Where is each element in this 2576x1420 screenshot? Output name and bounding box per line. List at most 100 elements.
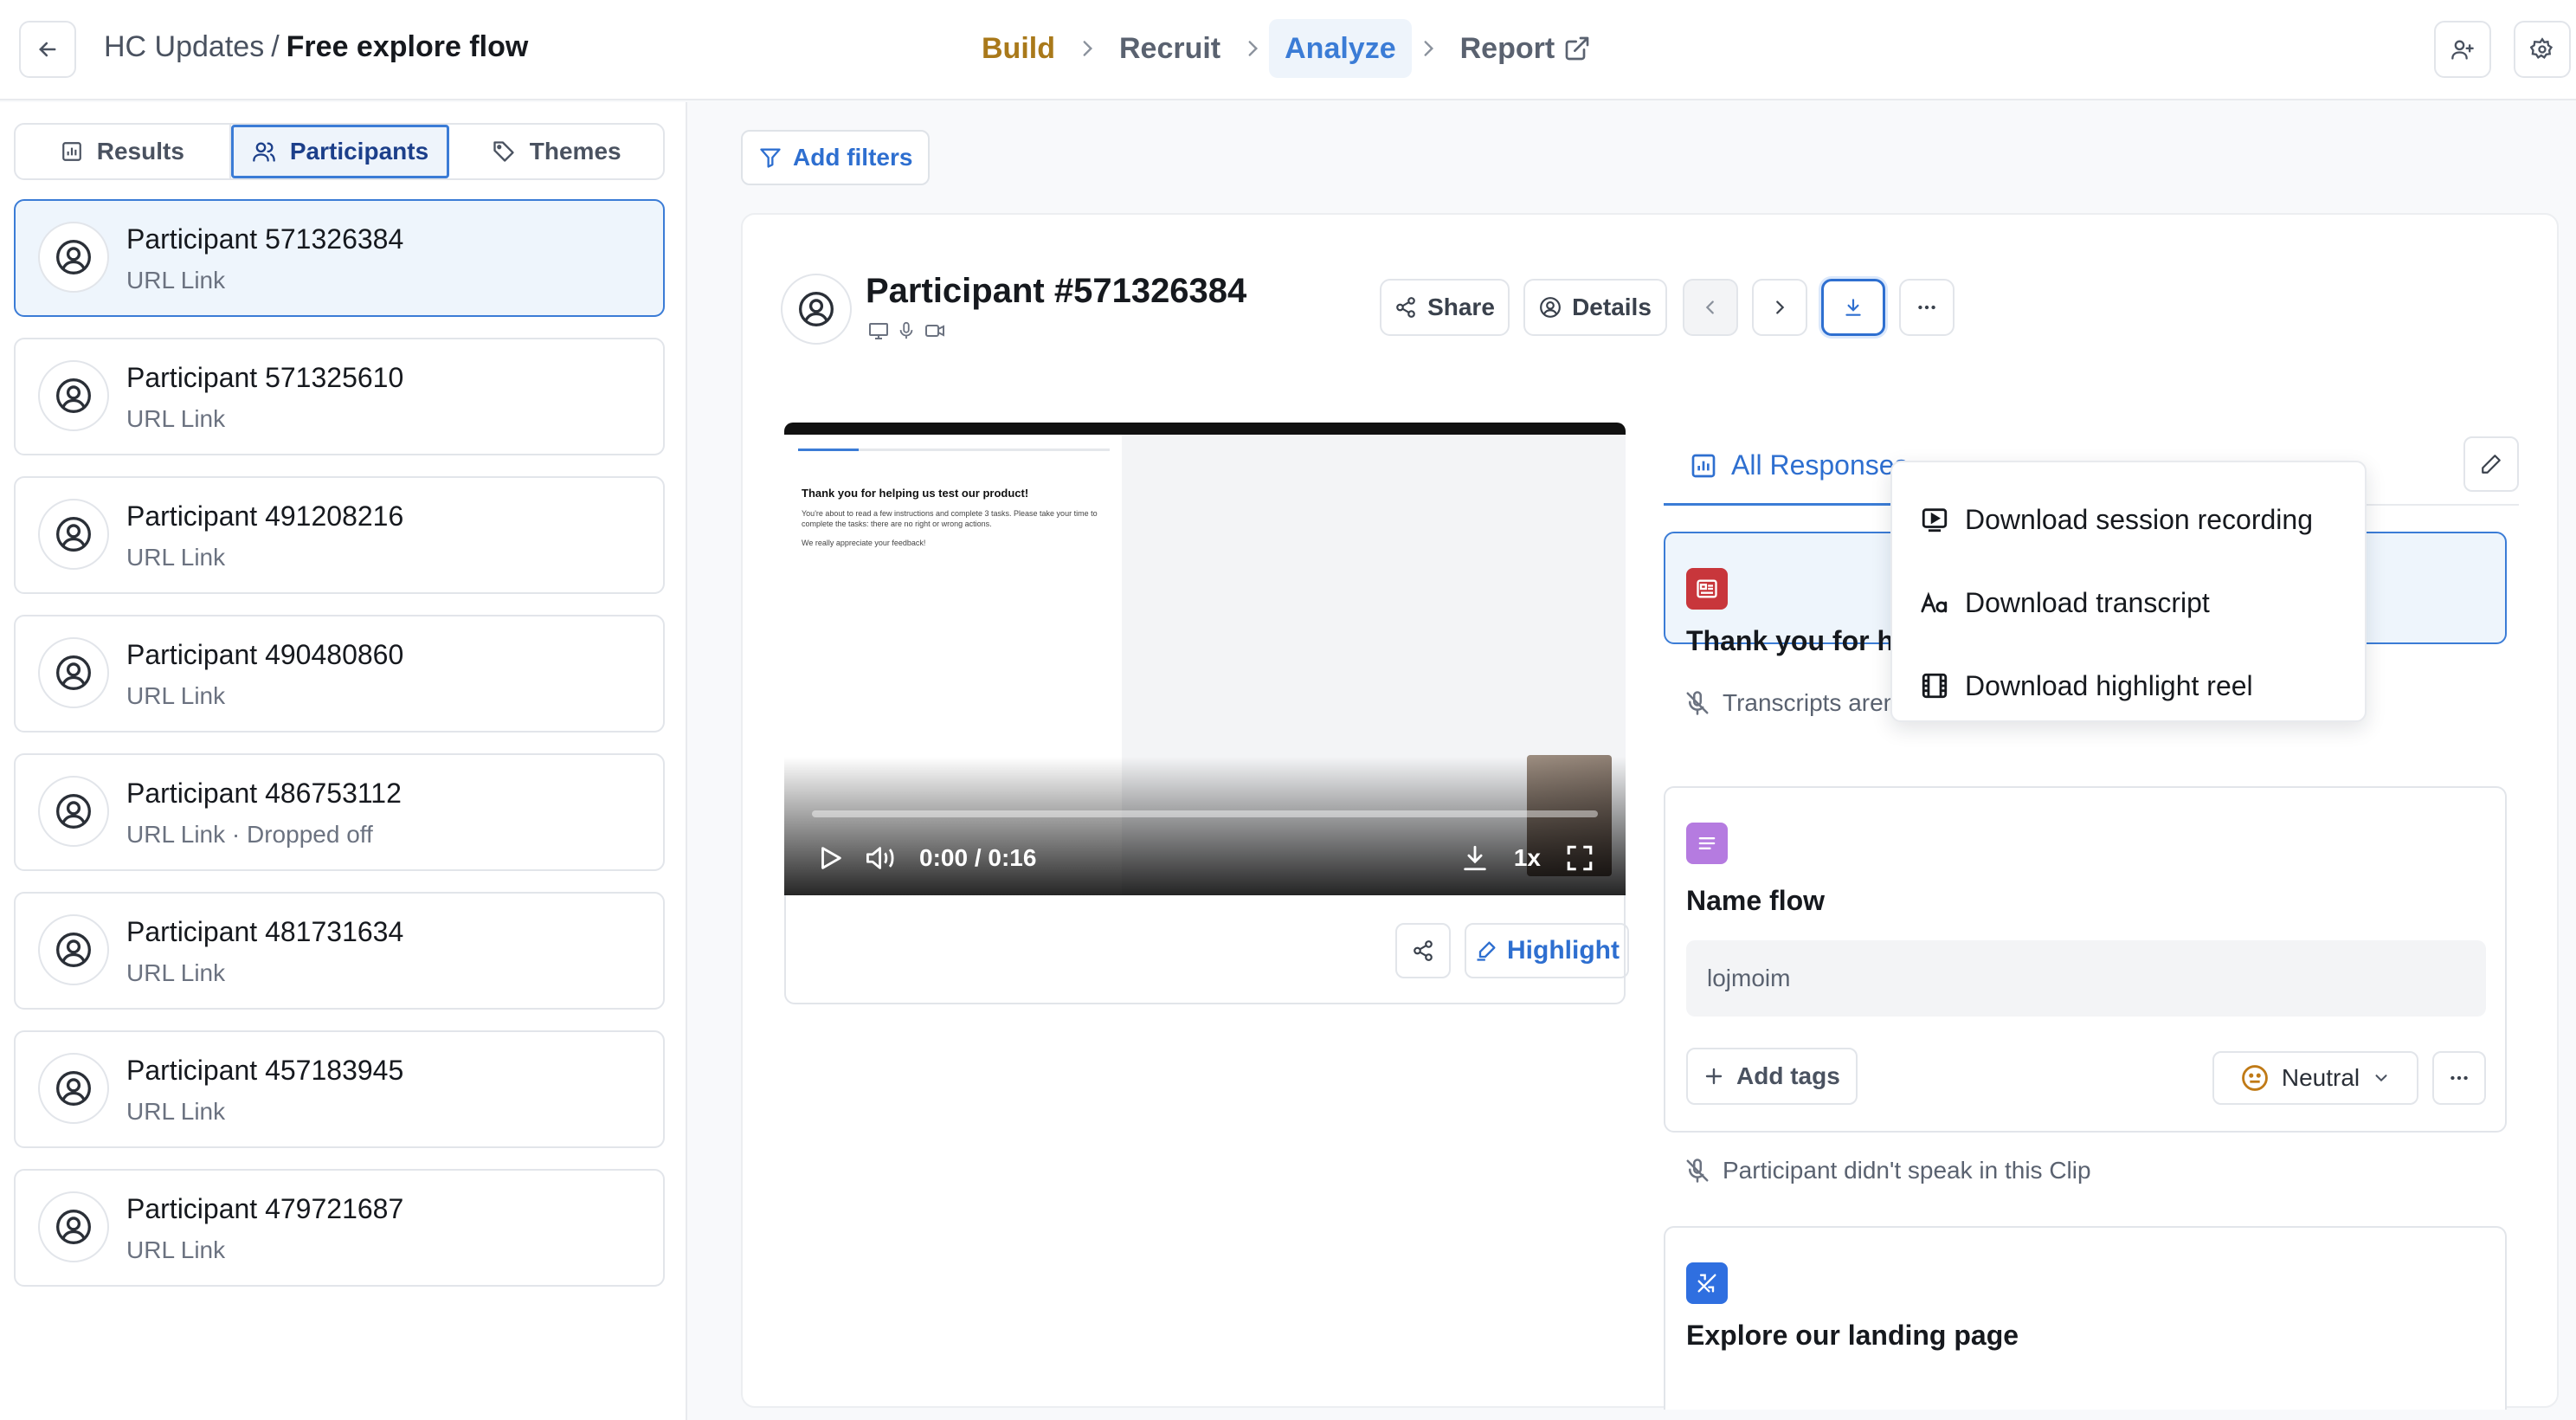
user-circle-icon — [56, 240, 91, 274]
gear-icon — [2530, 37, 2553, 59]
playback-speed[interactable]: 1x — [1514, 844, 1541, 872]
response-title: Name flow — [1686, 885, 1826, 916]
avatar — [38, 1191, 109, 1262]
breadcrumb: HC Updates / Free explore flow — [104, 26, 528, 68]
text-lines-icon — [1686, 823, 1728, 864]
add-filters-label: Add filters — [793, 144, 913, 171]
download-menu: Download session recording Download tran… — [1890, 461, 2367, 722]
participant-card[interactable]: Participant 486753112 URL Link · Dropped… — [14, 753, 665, 871]
sidebar-tabs: Results Participants Themes — [14, 123, 665, 180]
screen-icon — [869, 323, 888, 339]
details-button[interactable]: Details — [1523, 279, 1667, 336]
participant-card[interactable]: Participant 481731634 URL Link — [14, 892, 665, 1010]
workflow-steps: Build Recruit Analyze Report — [966, 19, 1607, 78]
share-button[interactable]: Share — [1380, 279, 1510, 336]
participant-name: Participant 571325610 — [126, 362, 404, 393]
chevron-right-icon — [1076, 37, 1098, 60]
menu-item-label: Download transcript — [1965, 586, 2210, 618]
speech-note-text: Participant didn't speak in this Clip — [1723, 1157, 2091, 1184]
response-card[interactable]: Name flow lojmoim Add tags Neutral — [1664, 786, 2507, 1133]
recorded-heading: Thank you for helping us test our produc… — [802, 487, 1029, 500]
tag-icon — [493, 141, 514, 162]
back-button[interactable] — [19, 21, 76, 78]
document-icon — [1686, 568, 1728, 610]
download-transcript-item[interactable]: Download transcript — [1892, 561, 2365, 644]
user-circle-icon — [799, 292, 834, 326]
more-options-button[interactable] — [1899, 279, 1955, 336]
users-icon — [253, 142, 275, 162]
participant-name: Participant 571326384 — [126, 223, 404, 255]
participant-card[interactable]: Participant 457183945 URL Link — [14, 1030, 665, 1148]
participant-source: URL Link — [126, 1236, 226, 1263]
next-participant-button[interactable] — [1752, 279, 1807, 336]
recorded-text: We really appreciate your feedback! — [802, 539, 926, 547]
sentiment-value: Neutral — [2281, 1064, 2360, 1091]
step-report[interactable]: Report — [1445, 19, 1607, 78]
tab-themes[interactable]: Themes — [449, 125, 663, 178]
participant-list: Participant 571326384 URL Link Participa… — [14, 199, 665, 1307]
participant-name: Participant 481731634 — [126, 916, 404, 947]
breadcrumb-project[interactable]: HC Updates — [104, 30, 264, 63]
previous-participant-button[interactable] — [1683, 279, 1738, 336]
top-bar: HC Updates / Free explore flow Build Recru… — [0, 0, 2576, 100]
speech-note: Participant didn't speak in this Clip — [1684, 1157, 2091, 1184]
sentiment-select[interactable]: Neutral — [2212, 1051, 2418, 1105]
settings-button[interactable] — [2514, 21, 2571, 78]
fullscreen-icon[interactable] — [1565, 843, 1594, 873]
participant-card[interactable]: Participant 491208216 URL Link — [14, 476, 665, 594]
step-recruit[interactable]: Recruit — [1104, 19, 1236, 78]
breadcrumb-separator: / — [271, 30, 280, 63]
download-button[interactable] — [1821, 279, 1885, 336]
participant-source: URL Link — [126, 267, 226, 294]
response-title: Explore our landing page — [1686, 1320, 2019, 1351]
share-clip-button[interactable] — [1395, 923, 1451, 978]
participant-name: Participant 486753112 — [126, 778, 402, 809]
video-seek-bar[interactable] — [812, 810, 1598, 817]
participant-card[interactable]: Participant 479721687 URL Link — [14, 1169, 665, 1287]
response-card[interactable]: Explore our landing page — [1664, 1226, 2507, 1410]
video-play-icon — [1922, 508, 1948, 532]
response-more-button[interactable] — [2432, 1051, 2486, 1105]
mic-off-icon — [1686, 691, 1709, 715]
participant-source: URL Link — [126, 1098, 226, 1125]
participant-source: URL Link — [126, 959, 226, 986]
participant-title: Participant #571326384 — [866, 272, 1247, 310]
user-circle-icon — [56, 1210, 91, 1244]
step-analyze[interactable]: Analyze — [1269, 19, 1412, 78]
participant-source: URL Link — [126, 405, 226, 432]
arrow-left-icon — [39, 42, 56, 57]
tab-participants[interactable]: Participants — [230, 125, 450, 178]
participant-source: URL Link — [126, 682, 226, 709]
tab-results[interactable]: Results — [16, 125, 231, 178]
share-label: Share — [1427, 294, 1495, 320]
film-icon — [1922, 673, 1948, 699]
highlight-label: Highlight — [1507, 936, 1620, 965]
avatar — [781, 274, 852, 345]
chevron-down-icon — [2375, 1075, 2387, 1082]
add-filters-button[interactable]: Add filters — [741, 130, 931, 185]
participant-source: URL Link · Dropped off — [126, 821, 373, 848]
edit-button[interactable] — [2463, 436, 2519, 492]
participant-card[interactable]: Participant 571325610 URL Link — [14, 338, 665, 455]
tab-results-label: Results — [96, 138, 184, 165]
video-player[interactable]: Thank you for helping us test our produc… — [784, 423, 1626, 895]
text-aa-icon — [1921, 591, 1948, 613]
add-tags-button[interactable]: Add tags — [1686, 1048, 1858, 1105]
user-circle-icon — [1540, 297, 1561, 318]
invite-user-button[interactable] — [2434, 21, 2491, 78]
download-icon[interactable] — [1460, 843, 1490, 873]
user-circle-icon — [56, 655, 91, 690]
highlight-button[interactable]: Highlight — [1465, 923, 1629, 978]
participant-card[interactable]: Participant 571326384 URL Link — [14, 199, 665, 317]
play-icon[interactable] — [815, 843, 845, 873]
participant-card[interactable]: Participant 490480860 URL Link — [14, 615, 665, 733]
user-circle-icon — [56, 933, 91, 967]
chevron-left-icon — [1705, 300, 1714, 314]
download-highlight-reel-item[interactable]: Download highlight reel — [1892, 644, 2365, 727]
download-session-recording-item[interactable]: Download session recording — [1892, 478, 2365, 561]
bar-chart-icon — [61, 142, 81, 161]
volume-icon[interactable] — [864, 843, 898, 873]
step-report-label: Report — [1459, 31, 1555, 65]
step-build[interactable]: Build — [966, 19, 1071, 78]
avatar — [38, 222, 109, 293]
